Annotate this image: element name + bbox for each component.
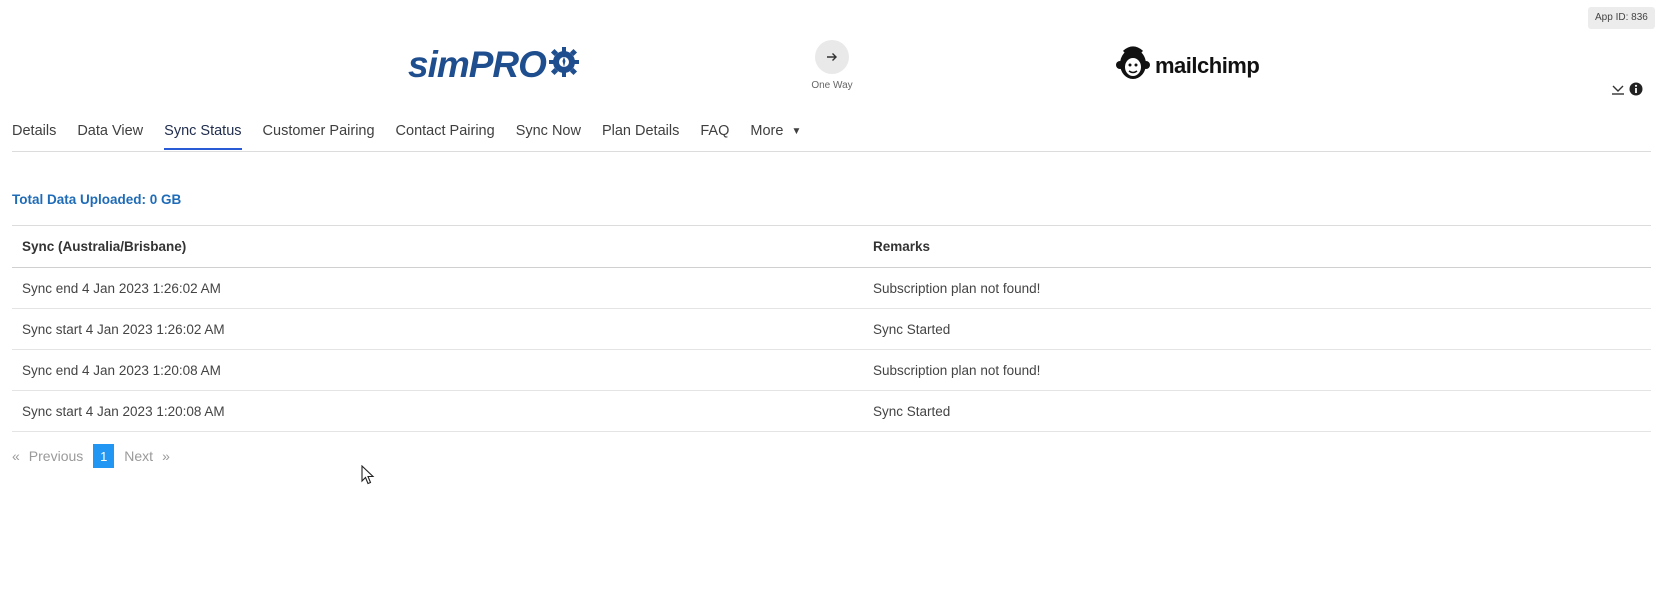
remarks-cell: Sync Started [873,403,951,419]
sync-direction: One Way [811,40,853,91]
tab-sync-now[interactable]: Sync Now [516,118,581,149]
next-label: Next [124,448,154,464]
tab-label: FAQ [700,123,730,139]
tab-plan-details[interactable]: Plan Details [602,118,679,149]
tab-label: Data View [77,123,144,139]
tab-label: Contact Pairing [395,123,495,139]
tab-label: Details [12,123,57,139]
arrow-right-icon[interactable] [815,40,849,74]
tab-label: More [750,123,784,139]
table-row: Sync start 4 Jan 2023 1:26:02 AM Sync St… [12,309,1651,350]
remarks-cell: Subscription plan not found! [873,280,1041,296]
mouse-pointer-icon [361,464,375,490]
tab-faq[interactable]: FAQ [700,118,729,149]
next-page-button[interactable]: Next » [124,448,170,464]
tab-label: Sync Now [515,123,581,139]
caret-down-icon: ▼ [791,125,802,137]
mailchimp-freddie-icon [1115,44,1151,87]
simpro-gear-icon [548,44,579,86]
mailchimp-logo: mailchimp [1115,44,1260,87]
remarks-cell: Subscription plan not found! [873,362,1041,378]
tab-more[interactable]: More ▼ [750,118,801,149]
tab-label: Sync Status [164,123,242,139]
sync-cell: Sync start 4 Jan 2023 1:26:02 AM [22,321,225,337]
table-row: Sync end 4 Jan 2023 1:20:08 AM Subscript… [12,350,1651,391]
table-row: Sync start 4 Jan 2023 1:20:08 AM Sync St… [12,391,1651,432]
tab-contact-pairing[interactable]: Contact Pairing [396,118,495,149]
tab-customer-pairing[interactable]: Customer Pairing [263,118,375,149]
info-icon[interactable] [1629,82,1643,101]
double-chevron-left-icon: « [12,448,20,464]
remarks-cell: Sync Started [873,321,951,337]
total-data-uploaded: Total Data Uploaded: 0 GB [12,192,182,207]
direction-label: One Way [811,80,853,91]
page-button-1[interactable]: 1 [93,444,115,468]
tab-details[interactable]: Details [12,118,56,149]
previous-page-button[interactable]: « Previous [12,448,83,464]
tab-sync-status[interactable]: Sync Status [164,118,242,150]
sync-status-table: Sync (Australia/Brisbane) Remarks Sync e… [12,225,1651,432]
table-row: Sync end 4 Jan 2023 1:26:02 AM Subscript… [12,268,1651,309]
column-header-remarks[interactable]: Remarks [873,239,1651,254]
app-id-badge: App ID: 836 [1588,7,1655,29]
collapse-icon[interactable] [1611,83,1625,101]
tab-data-view[interactable]: Data View [77,118,143,149]
tab-label: Customer Pairing [262,123,375,139]
previous-label: Previous [28,448,84,464]
mailchimp-logo-text: mailchimp [1155,52,1260,78]
table-header-row: Sync (Australia/Brisbane) Remarks [12,226,1651,268]
sync-cell: Sync end 4 Jan 2023 1:26:02 AM [22,280,221,296]
sync-cell: Sync end 4 Jan 2023 1:20:08 AM [22,362,221,378]
double-chevron-right-icon: » [162,448,170,464]
simpro-logo: simPRO [408,44,579,86]
tab-bar: Details Data View Sync Status Customer P… [12,118,1651,152]
sync-cell: Sync start 4 Jan 2023 1:20:08 AM [22,403,225,419]
panel-controls [1611,82,1643,101]
tab-label: Plan Details [601,123,680,139]
simpro-logo-text: simPRO [408,44,547,85]
column-header-sync[interactable]: Sync (Australia/Brisbane) [12,239,873,254]
pagination: « Previous 1 Next » [12,444,170,468]
